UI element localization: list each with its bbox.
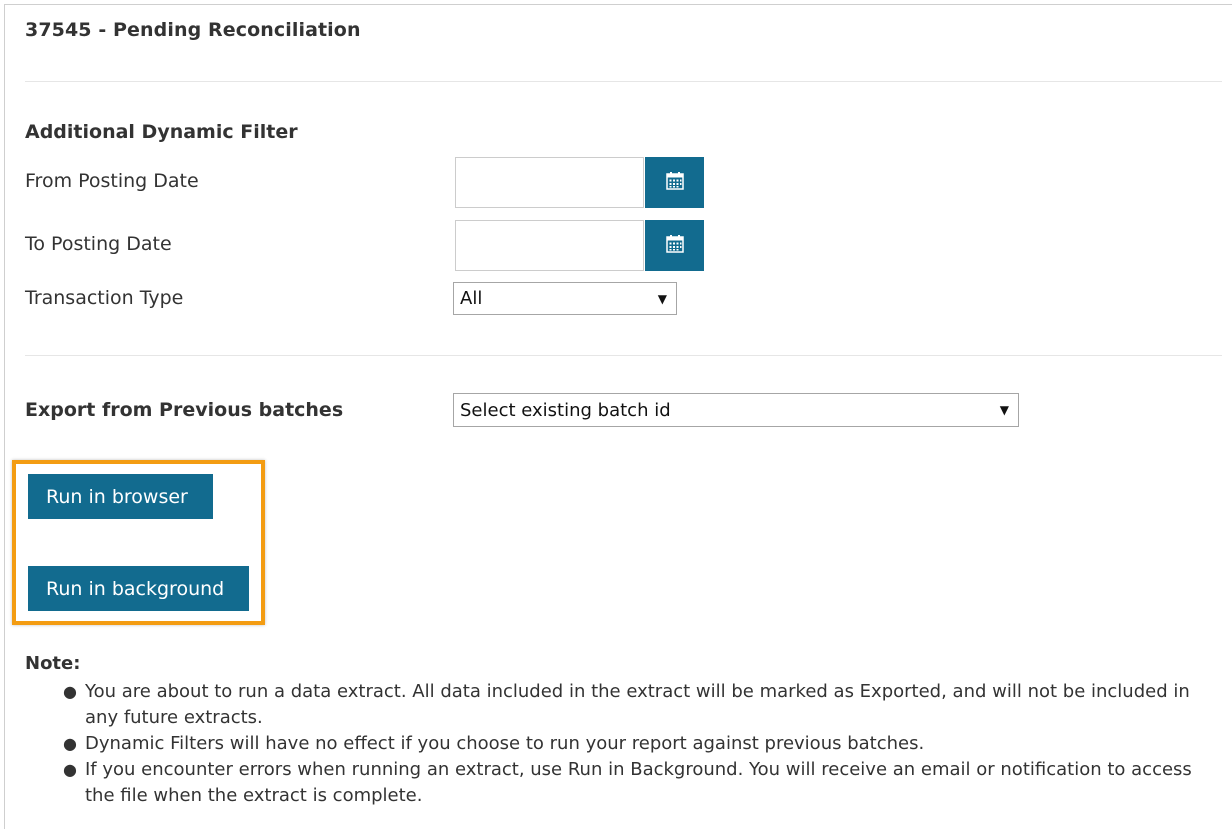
note-item-text: If you encounter errors when running an … (85, 759, 1192, 806)
note-title: Note: (25, 653, 81, 674)
batch-id-select[interactable]: Select existing batch id ▼ (453, 393, 1019, 427)
note-item-text: Dynamic Filters will have no effect if y… (85, 733, 925, 754)
transaction-type-select[interactable]: All ▼ (453, 282, 677, 315)
from-date-calendar-button[interactable] (645, 157, 704, 208)
calendar-icon (665, 172, 684, 193)
from-posting-date-input[interactable] (455, 157, 644, 208)
to-date-calendar-button[interactable] (645, 220, 704, 271)
note-list: ● You are about to run a data extract. A… (63, 679, 1215, 809)
bullet-icon: ● (63, 734, 77, 753)
transaction-type-selected-value: All (460, 288, 483, 309)
run-in-background-button[interactable]: Run in background (28, 566, 249, 611)
list-item: ● If you encounter errors when running a… (63, 757, 1215, 809)
to-posting-date-label: To Posting Date (25, 233, 172, 255)
note-item-text: You are about to run a data extract. All… (85, 681, 1190, 728)
filter-section-title: Additional Dynamic Filter (25, 121, 298, 143)
page-title: 37545 - Pending Reconciliation (25, 19, 361, 41)
to-posting-date-input[interactable] (455, 220, 644, 271)
dropdown-arrow-icon: ▼ (657, 291, 667, 306)
transaction-type-label: Transaction Type (25, 287, 184, 309)
bullet-icon: ● (63, 682, 77, 701)
calendar-icon (665, 235, 684, 256)
batch-id-selected-value: Select existing batch id (460, 399, 671, 421)
header-divider (25, 81, 1222, 82)
bullet-icon: ● (63, 760, 77, 779)
list-item: ● You are about to run a data extract. A… (63, 679, 1215, 731)
list-item: ● Dynamic Filters will have no effect if… (63, 731, 1215, 757)
from-posting-date-label: From Posting Date (25, 170, 199, 192)
export-previous-batches-label: Export from Previous batches (25, 399, 344, 421)
filter-divider (25, 355, 1222, 356)
dropdown-arrow-icon: ▼ (999, 403, 1009, 417)
run-in-browser-button[interactable]: Run in browser (28, 474, 213, 519)
